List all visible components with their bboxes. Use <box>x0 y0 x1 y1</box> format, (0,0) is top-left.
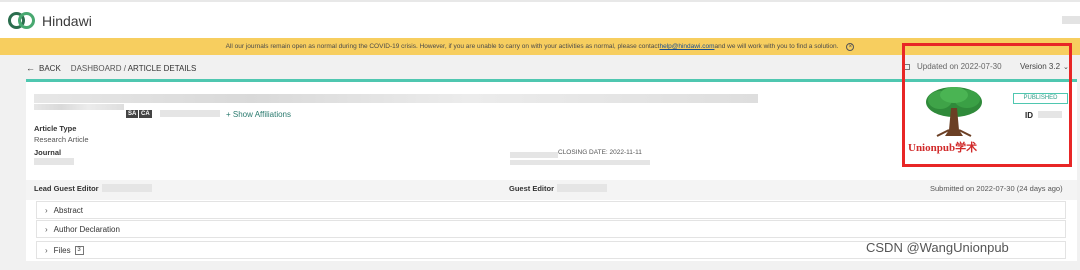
breadcrumb-dashboard[interactable]: DASHBOARD <box>71 64 122 73</box>
breadcrumb-current: ARTICLE DETAILS <box>127 63 197 73</box>
back-label: BACK <box>39 63 61 73</box>
files-count-badge: 3 <box>74 245 84 255</box>
highlight-box <box>902 43 1072 167</box>
files-label: Files <box>53 245 71 255</box>
journal-label: Journal <box>34 148 62 157</box>
chevron-right-icon: › <box>45 245 48 255</box>
chevron-right-icon: › <box>45 224 48 234</box>
abstract-label: Abstract <box>53 205 84 215</box>
article-type-value: Research Article <box>34 135 89 144</box>
author-tag-sa: SA <box>126 110 139 118</box>
author-redacted <box>160 110 220 117</box>
banner-text-after: and we will work with you to find a solu… <box>714 43 839 50</box>
chevron-right-icon: › <box>45 205 48 215</box>
guest-editor-label: Guest Editor <box>509 184 555 193</box>
article-type-label: Article Type <box>34 124 77 133</box>
hindawi-logo[interactable]: Hindawi <box>8 12 92 29</box>
close-icon[interactable]: × <box>846 42 855 51</box>
help-email-link[interactable]: help@hindawi.com <box>659 43 714 50</box>
logo-text: Hindawi <box>42 12 92 29</box>
logo-rings-icon <box>8 12 36 29</box>
lead-editor-redacted <box>102 184 152 192</box>
closing-date: CLOSING DATE: 2022-11-11 <box>558 149 642 156</box>
banner-text-before: All our journals remain open as normal d… <box>225 43 660 50</box>
show-affiliations-link[interactable]: + Show Affiliations <box>226 110 291 119</box>
author-declaration-label: Author Declaration <box>53 224 120 234</box>
abstract-section[interactable]: › Abstract <box>36 201 1066 219</box>
author-tag-ca: CA <box>139 110 152 118</box>
article-title-redacted <box>34 94 758 103</box>
journal-redacted <box>34 158 74 165</box>
article-title-redacted-2 <box>34 104 124 110</box>
guest-editor-redacted <box>557 184 607 192</box>
special-issue-redacted <box>510 152 558 158</box>
special-issue-redacted-2 <box>510 160 650 165</box>
submitted-date: Submitted on 2022-07-30 (24 days ago) <box>930 184 1063 193</box>
user-menu[interactable] <box>1062 16 1080 24</box>
csdn-watermark: CSDN @WangUnionpub <box>866 240 1009 255</box>
author-declaration-section[interactable]: › Author Declaration <box>36 220 1066 238</box>
top-bar: Hindawi <box>0 0 1080 38</box>
lead-guest-editor-label: Lead Guest Editor <box>34 184 99 193</box>
breadcrumb: DASHBOARD / ARTICLE DETAILS <box>71 64 197 73</box>
arrow-left-icon: ← <box>26 63 35 73</box>
back-button[interactable]: ← BACK <box>26 63 61 73</box>
